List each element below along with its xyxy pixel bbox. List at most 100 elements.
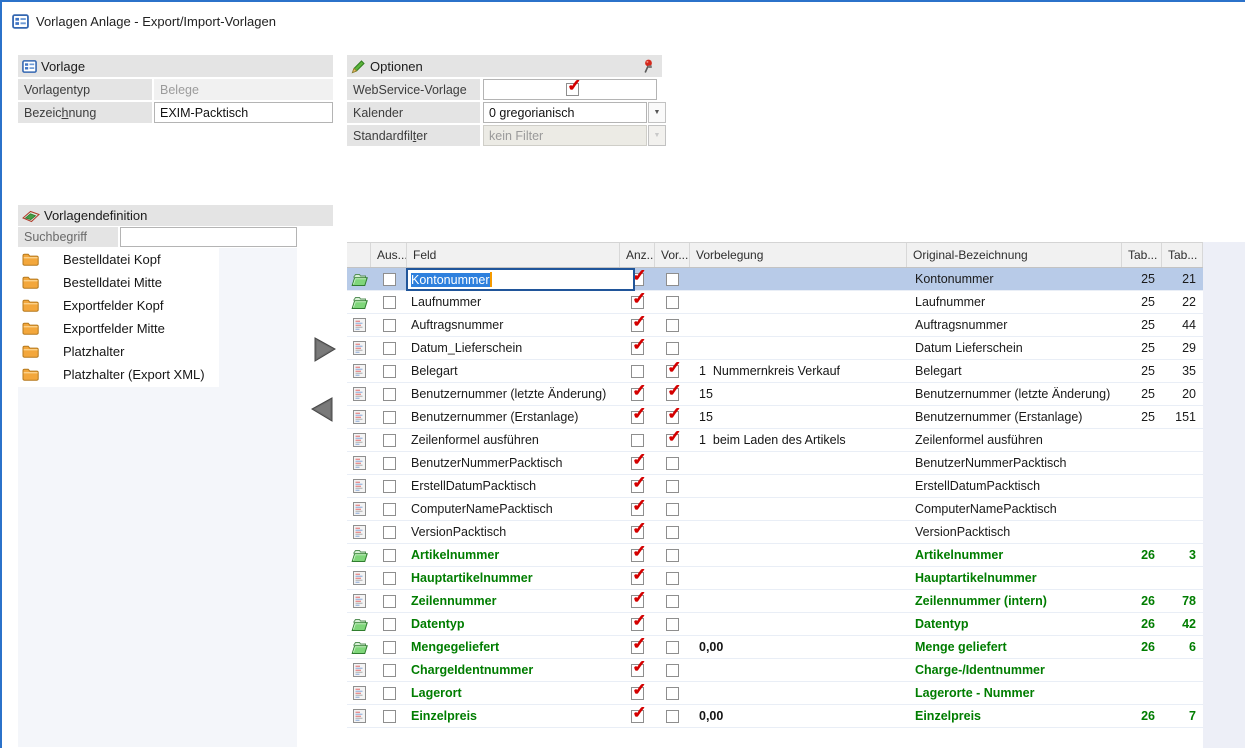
aus-checkbox[interactable] bbox=[383, 411, 396, 424]
anz-checkbox[interactable] bbox=[631, 526, 644, 539]
vor-checkbox[interactable] bbox=[666, 457, 679, 470]
feld-cell[interactable]: Benutzernummer (Erstanlage) bbox=[407, 406, 620, 428]
table-row[interactable]: ZeilennummerZeilennummer (intern)2678 bbox=[347, 590, 1203, 613]
aus-checkbox[interactable] bbox=[383, 273, 396, 286]
feld-cell[interactable]: Mengegeliefert bbox=[407, 636, 620, 658]
vor-checkbox[interactable] bbox=[666, 687, 679, 700]
vor-checkbox[interactable] bbox=[666, 273, 679, 286]
aus-checkbox[interactable] bbox=[383, 549, 396, 562]
aus-checkbox[interactable] bbox=[383, 618, 396, 631]
feld-cell[interactable]: ChargeIdentnummer bbox=[407, 659, 620, 681]
grid-header-aus[interactable]: Aus... bbox=[371, 243, 407, 267]
table-row[interactable]: DatentypDatentyp2642 bbox=[347, 613, 1203, 636]
anz-checkbox[interactable] bbox=[631, 388, 644, 401]
pin-icon[interactable] bbox=[642, 59, 654, 74]
feld-cell[interactable]: Datum_Lieferschein bbox=[407, 337, 620, 359]
anz-checkbox[interactable] bbox=[631, 319, 644, 332]
tree-item[interactable]: Exportfelder Mitte bbox=[18, 317, 219, 340]
table-row[interactable]: Einzelpreis0,00Einzelpreis267 bbox=[347, 705, 1203, 728]
aus-checkbox[interactable] bbox=[383, 687, 396, 700]
tree-item[interactable]: Platzhalter (Export XML) bbox=[18, 363, 219, 386]
feld-cell[interactable]: Datentyp bbox=[407, 613, 620, 635]
aus-checkbox[interactable] bbox=[383, 595, 396, 608]
grid-header-original-bezeichnung[interactable]: Original-Bezeichnung bbox=[907, 243, 1122, 267]
feld-cell[interactable]: Zeilenformel ausführen bbox=[407, 429, 620, 451]
feld-cell[interactable]: Lagerort bbox=[407, 682, 620, 704]
anz-checkbox[interactable] bbox=[631, 710, 644, 723]
feld-cell[interactable]: ErstellDatumPacktisch bbox=[407, 475, 620, 497]
aus-checkbox[interactable] bbox=[383, 434, 396, 447]
anz-checkbox[interactable] bbox=[631, 549, 644, 562]
table-row[interactable]: ChargeIdentnummerCharge-/Identnummer bbox=[347, 659, 1203, 682]
tree-item[interactable]: Bestelldatei Kopf bbox=[18, 248, 219, 271]
grid-header-feld[interactable]: Feld bbox=[407, 243, 620, 267]
tree-item[interactable]: Exportfelder Kopf bbox=[18, 294, 219, 317]
grid-header-tab2[interactable]: Tab... bbox=[1162, 243, 1203, 267]
table-row[interactable]: LagerortLagerorte - Nummer bbox=[347, 682, 1203, 705]
table-row[interactable]: HauptartikelnummerHauptartikelnummer bbox=[347, 567, 1203, 590]
aus-checkbox[interactable] bbox=[383, 457, 396, 470]
table-row[interactable]: Zeilenformel ausführen1 beim Laden des A… bbox=[347, 429, 1203, 452]
anz-checkbox[interactable] bbox=[631, 342, 644, 355]
anz-checkbox[interactable] bbox=[631, 572, 644, 585]
aus-checkbox[interactable] bbox=[383, 365, 396, 378]
table-row[interactable]: Mengegeliefert0,00Menge geliefert266 bbox=[347, 636, 1203, 659]
vor-checkbox[interactable] bbox=[666, 434, 679, 447]
table-row[interactable]: VersionPacktischVersionPacktisch bbox=[347, 521, 1203, 544]
grid-header-vorbelegung[interactable]: Vorbelegung bbox=[690, 243, 907, 267]
table-row[interactable]: Benutzernummer (Erstanlage)15Benutzernum… bbox=[347, 406, 1203, 429]
feld-cell[interactable]: BenutzerNummerPacktisch bbox=[407, 452, 620, 474]
vor-checkbox[interactable] bbox=[666, 664, 679, 677]
bezeichnung-input[interactable] bbox=[154, 102, 333, 123]
anz-checkbox[interactable] bbox=[631, 595, 644, 608]
aus-checkbox[interactable] bbox=[383, 710, 396, 723]
vor-checkbox[interactable] bbox=[666, 342, 679, 355]
tree-item[interactable]: Bestelldatei Mitte bbox=[18, 271, 219, 294]
aus-checkbox[interactable] bbox=[383, 503, 396, 516]
feld-cell[interactable]: Zeilennummer bbox=[407, 590, 620, 612]
kalender-select[interactable]: 0 gregorianisch bbox=[483, 102, 647, 123]
vor-checkbox[interactable] bbox=[666, 503, 679, 516]
feld-cell[interactable]: Hauptartikelnummer bbox=[407, 567, 620, 589]
vor-checkbox[interactable] bbox=[666, 411, 679, 424]
anz-checkbox[interactable] bbox=[631, 503, 644, 516]
aus-checkbox[interactable] bbox=[383, 296, 396, 309]
aus-checkbox[interactable] bbox=[383, 342, 396, 355]
vor-checkbox[interactable] bbox=[666, 572, 679, 585]
table-row[interactable]: Datum_LieferscheinDatum Lieferschein2529 bbox=[347, 337, 1203, 360]
anz-checkbox[interactable] bbox=[631, 480, 644, 493]
grid-header-tab1[interactable]: Tab... bbox=[1122, 243, 1162, 267]
aus-checkbox[interactable] bbox=[383, 526, 396, 539]
webservice-checkbox[interactable] bbox=[566, 83, 579, 96]
anz-checkbox[interactable] bbox=[631, 457, 644, 470]
grid-header-icon[interactable] bbox=[347, 243, 371, 267]
table-row[interactable]: ComputerNamePacktischComputerNamePacktis… bbox=[347, 498, 1203, 521]
feld-edit-input[interactable]: Kontonummer bbox=[406, 268, 635, 291]
table-row[interactable]: LaufnummerLaufnummer2522 bbox=[347, 291, 1203, 314]
aus-checkbox[interactable] bbox=[383, 388, 396, 401]
anz-checkbox[interactable] bbox=[631, 434, 644, 447]
vor-checkbox[interactable] bbox=[666, 618, 679, 631]
table-row[interactable]: ArtikelnummerArtikelnummer263 bbox=[347, 544, 1203, 567]
vor-checkbox[interactable] bbox=[666, 319, 679, 332]
feld-cell[interactable]: VersionPacktisch bbox=[407, 521, 620, 543]
feld-cell[interactable]: Artikelnummer bbox=[407, 544, 620, 566]
anz-checkbox[interactable] bbox=[631, 411, 644, 424]
move-left-button[interactable] bbox=[308, 396, 336, 423]
vor-checkbox[interactable] bbox=[666, 641, 679, 654]
vor-checkbox[interactable] bbox=[666, 480, 679, 493]
aus-checkbox[interactable] bbox=[383, 664, 396, 677]
table-row[interactable]: Belegart1 Nummernkreis VerkaufBelegart25… bbox=[347, 360, 1203, 383]
vor-checkbox[interactable] bbox=[666, 710, 679, 723]
vor-checkbox[interactable] bbox=[666, 296, 679, 309]
vor-checkbox[interactable] bbox=[666, 595, 679, 608]
table-row[interactable]: BenutzerNummerPacktischBenutzerNummerPac… bbox=[347, 452, 1203, 475]
feld-cell[interactable]: Auftragsnummer bbox=[407, 314, 620, 336]
feld-cell[interactable]: Benutzernummer (letzte Änderung) bbox=[407, 383, 620, 405]
vor-checkbox[interactable] bbox=[666, 388, 679, 401]
move-right-button[interactable] bbox=[311, 336, 339, 363]
aus-checkbox[interactable] bbox=[383, 480, 396, 493]
anz-checkbox[interactable] bbox=[631, 641, 644, 654]
suchbegriff-input[interactable] bbox=[120, 227, 297, 247]
anz-checkbox[interactable] bbox=[631, 618, 644, 631]
